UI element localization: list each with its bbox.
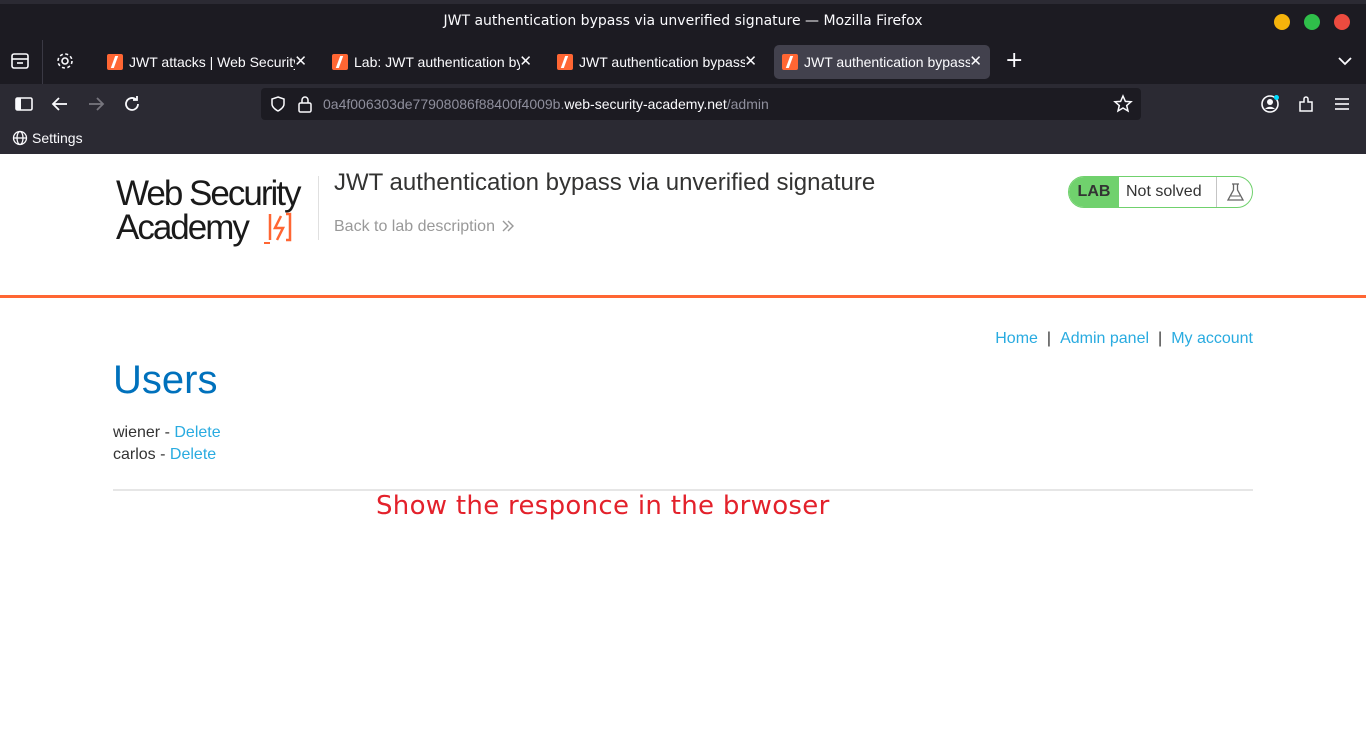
gear-icon[interactable] [54, 50, 78, 74]
nav-link-home[interactable]: Home [995, 330, 1038, 347]
double-chevron-right-icon [502, 220, 514, 232]
logo-line-2: Academy [116, 208, 250, 247]
tab-label: JWT authentication bypass via unverified… [804, 54, 970, 70]
web-security-academy-logo[interactable]: Web Security Academy [116, 174, 316, 247]
close-tab-icon[interactable]: ✕ [519, 52, 532, 70]
user-name: carlos [113, 446, 156, 463]
user-separator: - [155, 446, 170, 463]
forward-arrow-icon[interactable] [86, 94, 106, 114]
back-link-label: Back to lab description [334, 218, 495, 235]
page-content: Web Security Academy JWT authentication … [0, 154, 1366, 744]
portswigger-favicon-icon [557, 54, 573, 70]
window-title: JWT authentication bypass via unverified… [443, 13, 923, 29]
delete-user-carlos-link[interactable]: Delete [170, 446, 216, 463]
window-titlebar: JWT authentication bypass via unverified… [0, 0, 1366, 40]
bookmarks-toolbar: Settings [0, 124, 1366, 154]
lab-status-widget: LAB Not solved [1068, 176, 1253, 208]
portswigger-favicon-icon [332, 54, 348, 70]
header-accent-rule [0, 295, 1366, 298]
url-text[interactable]: 0a4f006303de77908086f88400f4009b.web-sec… [323, 96, 769, 112]
bookmark-label: Settings [32, 130, 83, 146]
flask-icon [1216, 177, 1252, 207]
portswigger-favicon-icon [107, 54, 123, 70]
lab-status-text: Not solved [1126, 183, 1202, 200]
lab-badge: LAB [1069, 177, 1119, 207]
header-divider [318, 176, 319, 240]
nav-link-my-account[interactable]: My account [1171, 330, 1253, 347]
users-heading: Users [113, 358, 218, 402]
tab-label: JWT authentication bypass via unverified… [579, 54, 745, 70]
sidebar-icon[interactable] [14, 94, 34, 114]
hamburger-menu-icon[interactable] [1332, 94, 1352, 114]
url-host: web-security-academy.net [564, 96, 727, 112]
firefox-view-icon[interactable] [9, 50, 33, 74]
annotation-note: Show the responce in the brwoser [376, 491, 830, 521]
shield-icon[interactable] [269, 95, 287, 117]
portswigger-favicon-icon [782, 54, 798, 70]
top-navigation: Home | Admin panel | My account [995, 330, 1253, 348]
maximize-button[interactable] [1304, 14, 1320, 30]
minimize-button[interactable] [1274, 14, 1290, 30]
new-tab-icon[interactable]: + [1005, 48, 1023, 73]
extensions-icon[interactable] [1296, 94, 1316, 114]
close-tab-icon[interactable]: ✕ [744, 52, 757, 70]
url-bar[interactable]: 0a4f006303de77908086f88400f4009b.web-sec… [261, 88, 1141, 120]
reload-icon[interactable] [122, 94, 142, 114]
tab-label: Lab: JWT authentication bypass via unver… [354, 54, 520, 70]
chevron-down-icon[interactable] [1335, 51, 1355, 71]
user-row-wiener: wiener - Delete [113, 424, 221, 442]
back-arrow-icon[interactable] [50, 94, 70, 114]
back-to-lab-link[interactable]: Back to lab description [334, 218, 515, 236]
globe-icon [12, 130, 28, 146]
close-window-button[interactable] [1334, 14, 1350, 30]
bookmark-star-icon[interactable] [1113, 94, 1133, 118]
tab-jwt-attacks[interactable]: JWT attacks | Web Security Academy ✕ [99, 45, 315, 79]
close-tab-icon[interactable]: ✕ [969, 52, 982, 70]
tab-label: JWT attacks | Web Security Academy [129, 54, 295, 70]
user-name: wiener [113, 424, 161, 441]
url-subdomain: 0a4f006303de77908086f88400f4009b. [323, 96, 565, 112]
bookmark-settings[interactable]: Settings [12, 130, 83, 146]
close-tab-icon[interactable]: ✕ [294, 52, 307, 70]
nav-separator: | [1046, 330, 1052, 347]
user-separator: - [160, 424, 175, 441]
lab-title: JWT authentication bypass via unverified… [334, 169, 876, 196]
lock-icon[interactable] [297, 95, 313, 117]
tab-divider [42, 40, 43, 84]
nav-separator: | [1158, 330, 1163, 347]
tab-lab-instance[interactable]: JWT authentication bypass via unverified… [549, 45, 765, 79]
lightning-bolt-logo-icon [264, 212, 292, 244]
tab-lab-description[interactable]: Lab: JWT authentication bypass via unver… [324, 45, 540, 79]
nav-link-admin-panel[interactable]: Admin panel [1060, 330, 1149, 347]
url-path: /admin [726, 96, 769, 112]
delete-user-wiener-link[interactable]: Delete [174, 424, 220, 441]
user-row-carlos: carlos - Delete [113, 446, 216, 464]
account-icon[interactable] [1260, 94, 1280, 114]
tab-bar: JWT attacks | Web Security Academy ✕ Lab… [0, 40, 1366, 84]
navigation-toolbar: 0a4f006303de77908086f88400f4009b.web-sec… [0, 84, 1366, 124]
tab-lab-admin-active[interactable]: JWT authentication bypass via unverified… [774, 45, 990, 79]
